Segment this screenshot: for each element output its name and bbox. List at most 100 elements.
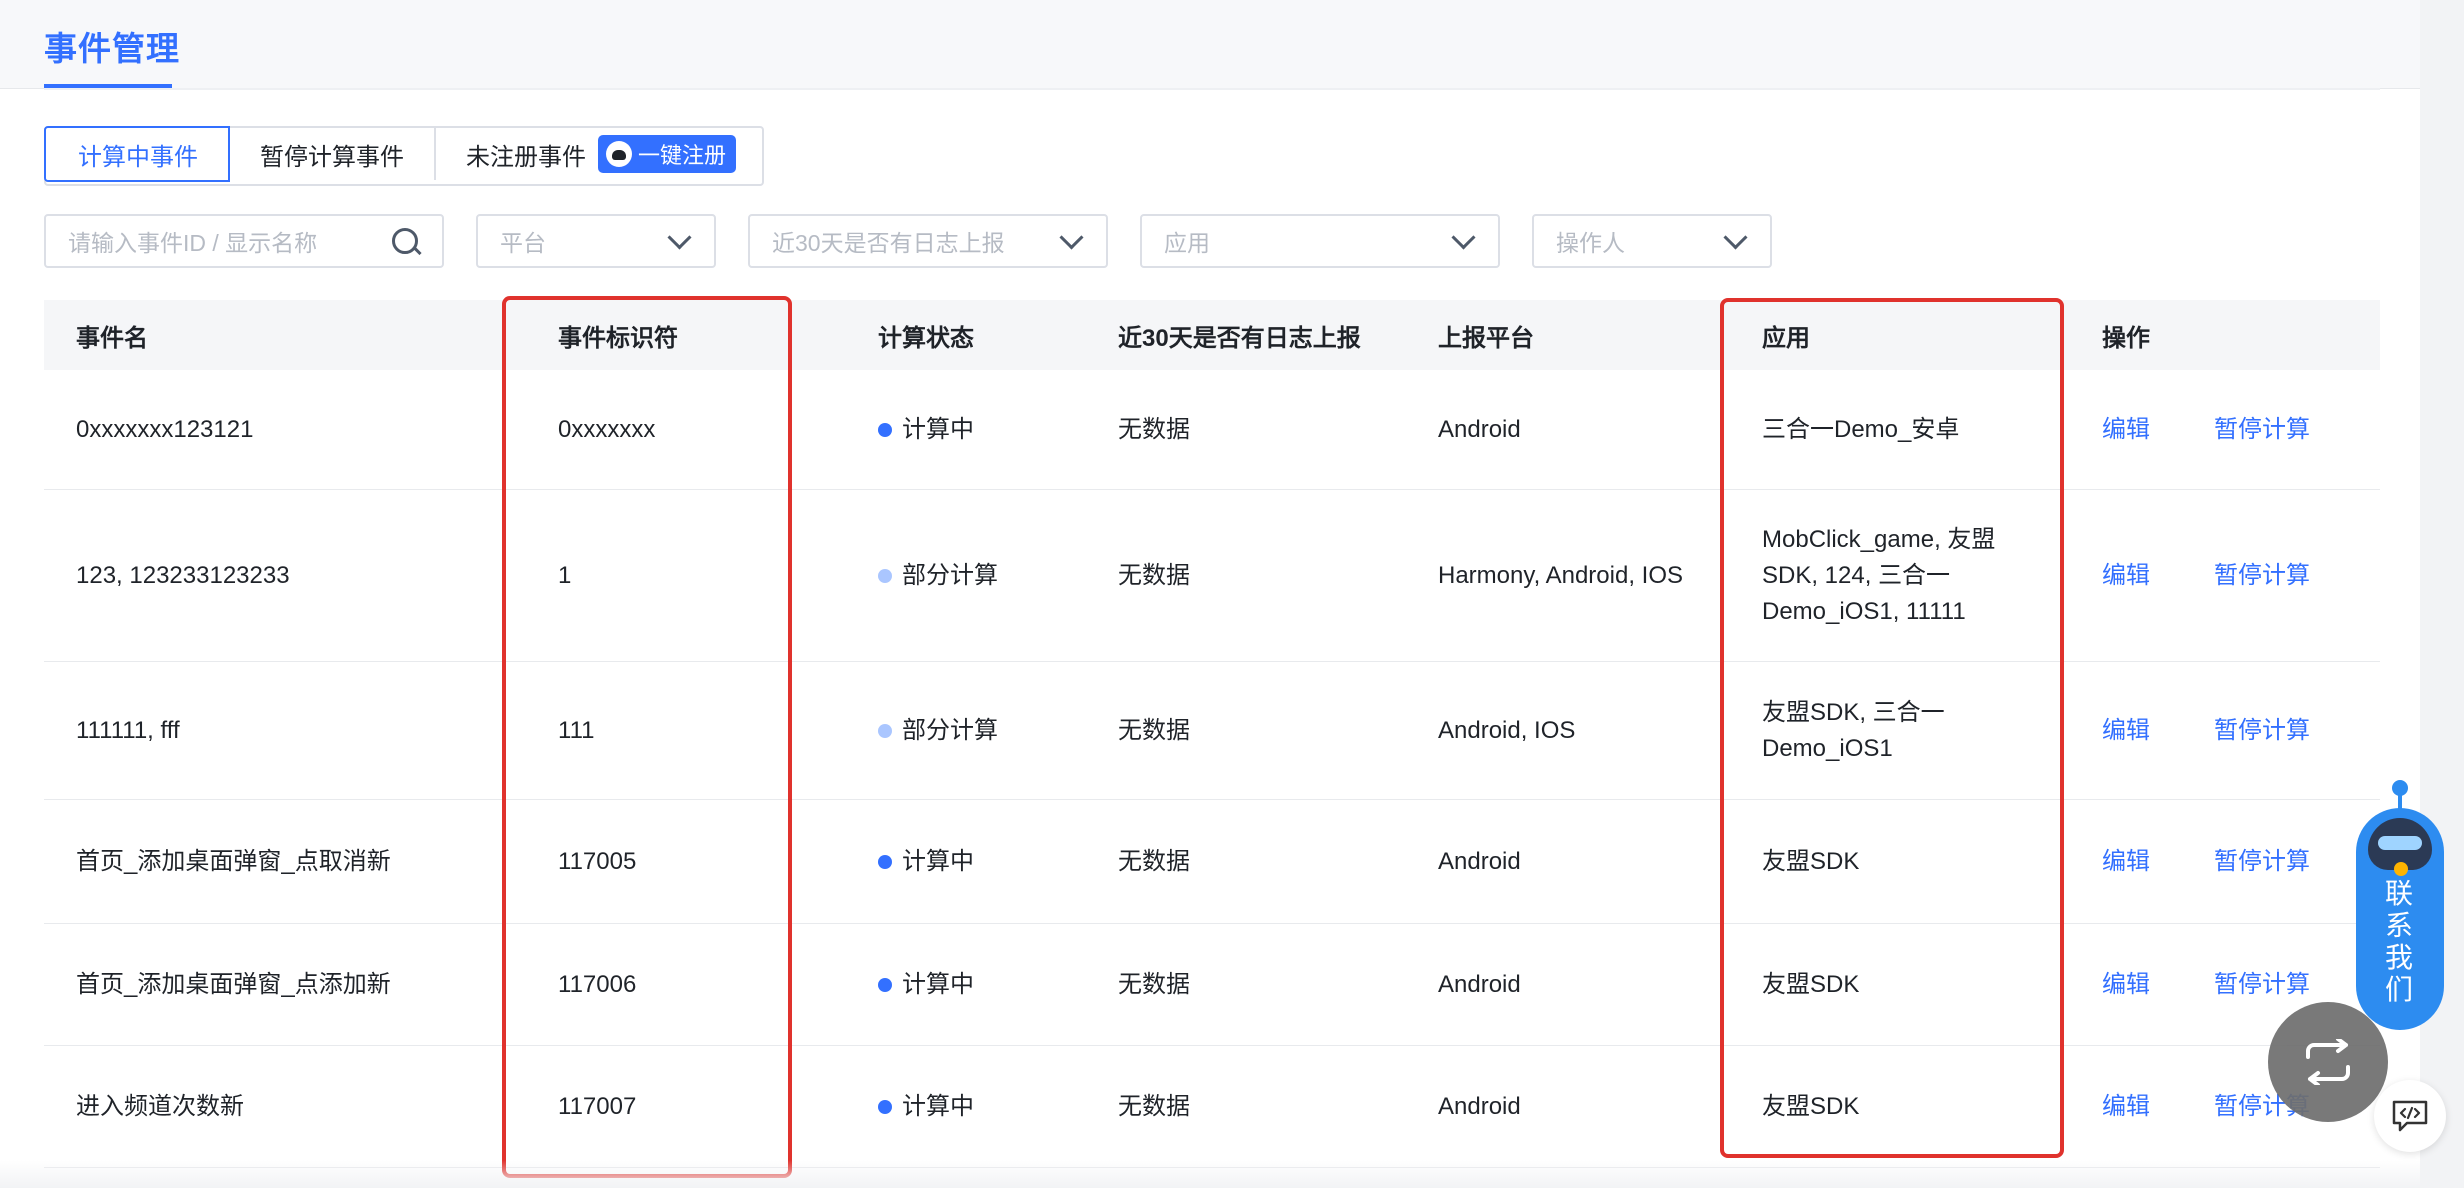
register-button-label: 一键注册 <box>638 143 727 168</box>
edit-link[interactable]: 编辑 <box>2102 1089 2150 1125</box>
cell-app: 友盟SDK <box>1762 847 1860 875</box>
pause-compute-link[interactable]: 暂停计算 <box>2214 844 2310 880</box>
cell-log-report: 无数据 <box>1118 1092 1190 1120</box>
pause-compute-link[interactable]: 暂停计算 <box>2214 558 2310 594</box>
cell-event-id: 0xxxxxxx <box>558 415 656 443</box>
search-input[interactable]: 请输入事件ID / 显示名称 <box>44 214 444 268</box>
table-row: 进入频道次数新 117007 计算中 无数据 Android 友盟SDK 编辑 … <box>44 1046 2380 1168</box>
status-label: 计算中 <box>902 847 974 875</box>
page-title: 事件管理 <box>44 30 180 67</box>
tab-computing-events[interactable]: 计算中事件 <box>44 126 230 182</box>
cell-event-id: 117006 <box>558 970 637 998</box>
events-table: 事件名 事件标识符 计算状态 近30天是否有日志上报 上报平台 应用 操作 0x… <box>44 300 2380 1168</box>
tab-paused-events[interactable]: 暂停计算事件 <box>230 128 436 180</box>
cell-event-name: 0xxxxxxx123121 <box>76 415 254 443</box>
cell-status: 计算中 <box>846 412 1086 448</box>
status-label: 计算中 <box>902 1092 974 1120</box>
status-label: 计算中 <box>902 970 974 998</box>
chevron-down-icon <box>1059 224 1084 250</box>
divider <box>44 88 2380 90</box>
cell-event-id: 1 <box>558 561 572 589</box>
cell-actions: 编辑 暂停计算 <box>2062 558 2380 594</box>
status-label: 计算中 <box>902 415 974 443</box>
cell-platform: Android, IOS <box>1438 716 1576 744</box>
cell-event-id: 111 <box>558 716 595 744</box>
table-row: 首页_添加桌面弹窗_点取消新 117005 计算中 无数据 Android 友盟… <box>44 800 2380 924</box>
pause-compute-link[interactable]: 暂停计算 <box>2214 967 2310 1003</box>
page-header: 事件管理 <box>0 0 2420 89</box>
cell-status: 计算中 <box>846 967 1086 1003</box>
chevron-down-icon <box>667 224 692 250</box>
header-status: 计算状态 <box>878 324 974 352</box>
cell-status: 计算中 <box>846 844 1086 880</box>
edit-link[interactable]: 编辑 <box>2102 558 2150 594</box>
table-row: 0xxxxxxx123121 0xxxxxxx 计算中 无数据 Android … <box>44 370 2380 490</box>
log-report-select[interactable]: 近30天是否有日志上报 <box>748 214 1108 268</box>
swap-arrows-button[interactable] <box>2268 1002 2388 1122</box>
cell-app: 友盟SDK <box>1762 970 1860 998</box>
operator-select[interactable]: 操作人 <box>1532 214 1772 268</box>
robot-assistant-icon <box>2368 818 2432 876</box>
cell-actions: 编辑 暂停计算 <box>2062 713 2380 749</box>
status-dot <box>878 854 892 869</box>
header-event-name: 事件名 <box>76 324 148 352</box>
antenna <box>2398 794 2402 812</box>
app-placeholder: 应用 <box>1164 230 1210 256</box>
tab-unregistered-events[interactable]: 未注册事件 一键注册 <box>436 128 762 180</box>
status-label: 部分计算 <box>902 561 998 589</box>
contact-us-widget[interactable]: 联系我们 <box>2356 780 2444 1030</box>
cell-event-name: 首页_添加桌面弹窗_点取消新 <box>76 847 391 875</box>
header-platform: 上报平台 <box>1438 324 1534 352</box>
log-placeholder: 近30天是否有日志上报 <box>772 230 1005 256</box>
cell-log-report: 无数据 <box>1118 970 1190 998</box>
status-dot <box>878 568 892 583</box>
search-icon[interactable] <box>390 226 420 256</box>
status-dot <box>878 422 892 437</box>
table-row: 首页_添加桌面弹窗_点添加新 117006 计算中 无数据 Android 友盟… <box>44 924 2380 1046</box>
pause-compute-link[interactable]: 暂停计算 <box>2214 412 2310 448</box>
pause-compute-link[interactable]: 暂停计算 <box>2214 713 2310 749</box>
table-header: 事件名 事件标识符 计算状态 近30天是否有日志上报 上报平台 应用 操作 <box>44 300 2380 370</box>
cell-log-report: 无数据 <box>1118 415 1190 443</box>
header-app: 应用 <box>1762 324 1810 352</box>
platform-placeholder: 平台 <box>500 230 546 256</box>
cell-event-name: 首页_添加桌面弹窗_点添加新 <box>76 970 391 998</box>
cell-platform: Android <box>1438 970 1521 998</box>
status-label: 部分计算 <box>902 716 998 744</box>
status-badge: 部分计算 <box>878 713 1086 749</box>
cell-actions: 编辑 暂停计算 <box>2062 844 2380 880</box>
edit-link[interactable]: 编辑 <box>2102 967 2150 1003</box>
status-badge: 计算中 <box>878 1089 1086 1125</box>
tab-unregistered-label: 未注册事件 <box>466 143 586 171</box>
code-chat-button[interactable] <box>2374 1080 2446 1152</box>
cell-status: 计算中 <box>846 1089 1086 1125</box>
edit-link[interactable]: 编辑 <box>2102 412 2150 448</box>
chevron-down-icon <box>1723 224 1748 250</box>
cell-actions: 编辑 暂停计算 <box>2062 967 2380 1003</box>
cell-event-name: 进入频道次数新 <box>76 1092 244 1120</box>
cell-app: 友盟SDK, 三合一Demo_iOS1 <box>1762 698 1945 762</box>
status-badge: 计算中 <box>878 412 1086 448</box>
event-tabs: 计算中事件 暂停计算事件 未注册事件 一键注册 <box>44 126 765 186</box>
cell-event-name: 111111, fff <box>76 716 180 744</box>
cell-platform: Android <box>1438 847 1521 875</box>
cell-status: 部分计算 <box>846 713 1086 749</box>
contact-us-label: 联系我们 <box>2384 878 2415 1005</box>
table-row: 111111, fff 111 部分计算 无数据 Android, IOS 友盟… <box>44 662 2380 800</box>
cell-app: MobClick_game, 友盟SDK, 124, 三合一Demo_iOS1,… <box>1762 525 1996 625</box>
cell-log-report: 无数据 <box>1118 847 1190 875</box>
one-click-register-button[interactable]: 一键注册 <box>598 135 737 173</box>
cell-log-report: 无数据 <box>1118 561 1190 589</box>
swap-arrows-icon <box>2306 1039 2350 1085</box>
cell-log-report: 无数据 <box>1118 716 1190 744</box>
app-select[interactable]: 应用 <box>1140 214 1500 268</box>
status-dot <box>878 723 892 738</box>
edit-link[interactable]: 编辑 <box>2102 844 2150 880</box>
cell-platform: Android <box>1438 415 1521 443</box>
robot-eyes <box>2378 836 2422 850</box>
edit-link[interactable]: 编辑 <box>2102 713 2150 749</box>
code-chat-icon <box>2392 1100 2428 1132</box>
header-actions: 操作 <box>2102 324 2150 352</box>
cell-event-id: 117007 <box>558 1092 637 1120</box>
platform-select[interactable]: 平台 <box>476 214 716 268</box>
